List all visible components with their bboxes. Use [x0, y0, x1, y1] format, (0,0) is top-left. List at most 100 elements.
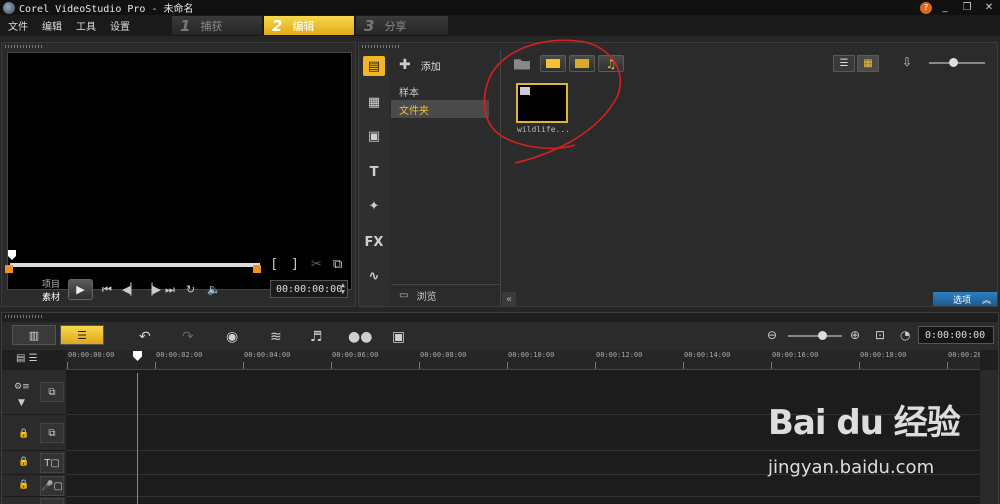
- timeline-view-button[interactable]: ☰: [60, 325, 104, 345]
- panel-grip[interactable]: [5, 315, 43, 318]
- enlarge-icon[interactable]: ⧉: [333, 257, 342, 272]
- media-thumbnail[interactable]: [516, 83, 568, 123]
- timeline-zoom-slider[interactable]: [788, 331, 842, 340]
- audio-mixer-icon[interactable]: ≋: [270, 329, 282, 345]
- browse-button[interactable]: ▭ 浏览: [391, 284, 501, 306]
- panel-grip[interactable]: [5, 45, 43, 48]
- collapse-folders-button[interactable]: «: [502, 292, 516, 306]
- minimize-button[interactable]: _: [934, 0, 956, 15]
- folder-item-samples[interactable]: 样本: [391, 82, 489, 100]
- menu-settings[interactable]: 设置: [110, 18, 130, 33]
- menu-tools[interactable]: 工具: [76, 18, 96, 33]
- video-filter-icon: [546, 59, 560, 68]
- prev-frame-icon[interactable]: ◀▏: [122, 283, 139, 296]
- ruler-label: 00:00:02:00: [156, 351, 203, 359]
- timeline-timecode[interactable]: 0:00:00:00: [918, 326, 994, 344]
- timeline-scrollbar[interactable]: [980, 370, 998, 504]
- fx-icon[interactable]: FX: [363, 232, 385, 252]
- trim-end-handle[interactable]: [253, 265, 261, 273]
- trim-start-handle[interactable]: [5, 265, 13, 273]
- timeline-ruler[interactable]: 00:00:00:00 00:00:02:00 00:00:04:00 00:0…: [66, 350, 980, 370]
- thumbnail-view-button[interactable]: ▦: [857, 55, 879, 72]
- mode-clip[interactable]: 素材: [42, 290, 60, 303]
- step-label: 捕获: [200, 19, 223, 33]
- overlay-track-lane[interactable]: [66, 415, 980, 451]
- repeat-icon[interactable]: ↻: [186, 283, 195, 296]
- video-track-header: ⚙≡ ▼ ⧉: [2, 370, 66, 415]
- folder-item-folder[interactable]: 文件夹: [391, 100, 489, 118]
- filter-photo-button[interactable]: [569, 55, 595, 72]
- graphic-icon[interactable]: ✦: [363, 196, 385, 216]
- menu-file[interactable]: 文件: [8, 18, 28, 33]
- close-button[interactable]: ✕: [978, 0, 1000, 15]
- title-template-icon[interactable]: ▣: [363, 126, 385, 146]
- track-options-icon[interactable]: ⚙≡: [14, 382, 30, 392]
- motion-tracking-icon[interactable]: ●●: [348, 329, 372, 345]
- volume-icon[interactable]: 🔈: [207, 283, 221, 296]
- end-icon[interactable]: ⏭: [165, 283, 175, 297]
- undo-icon[interactable]: ↶: [139, 329, 151, 345]
- chevron-down-icon[interactable]: ▼: [18, 398, 25, 408]
- auto-music-icon[interactable]: ♬: [310, 329, 323, 345]
- sort-icon[interactable]: ⇩: [902, 55, 912, 69]
- ruler-tick: [243, 362, 244, 369]
- slider-knob[interactable]: [949, 58, 958, 67]
- filter-audio-button[interactable]: ♫: [598, 55, 624, 72]
- filter-video-button[interactable]: [540, 55, 566, 72]
- storyboard-view-button[interactable]: ▥: [12, 325, 56, 345]
- voice-track-lane[interactable]: [66, 475, 980, 497]
- menu-bar: 文件 编辑 工具 设置: [0, 15, 1000, 36]
- lock-icon[interactable]: 🔒: [18, 457, 29, 467]
- thumbnail-size-slider[interactable]: [929, 58, 985, 67]
- zoom-out-icon[interactable]: ⊖: [767, 328, 777, 342]
- ruler-label: 00:00:04:00: [244, 351, 291, 359]
- record-capture-icon[interactable]: ◉: [226, 329, 238, 345]
- library-category-toolbar: ▤ ▦ ▣ T ✦ FX ∿: [359, 50, 389, 306]
- folder-open-icon[interactable]: [514, 59, 530, 70]
- add-folder-button[interactable]: ✚ 添加: [399, 57, 441, 73]
- menu-edit[interactable]: 编辑: [42, 18, 62, 33]
- music-track-lane[interactable]: [66, 497, 980, 504]
- list-view-button[interactable]: ☰: [833, 55, 855, 72]
- preview-timecode[interactable]: 00:00:00:00 ▲ ▼: [270, 280, 348, 298]
- lock-icon[interactable]: 🔒: [18, 429, 29, 439]
- title-track-lane[interactable]: [66, 451, 980, 475]
- help-button[interactable]: ?: [918, 0, 934, 15]
- title-track-icon[interactable]: T▢: [40, 453, 64, 473]
- scrub-bar[interactable]: [10, 263, 260, 267]
- play-button[interactable]: ▶: [68, 279, 93, 300]
- tab-edit[interactable]: 2 编辑: [264, 16, 354, 35]
- ruler-tick: [771, 362, 772, 369]
- tab-capture[interactable]: 1 捕获: [172, 16, 262, 35]
- next-frame-icon[interactable]: ▕▶: [144, 283, 161, 296]
- music-track-icon[interactable]: [40, 498, 64, 504]
- track-manager-icons[interactable]: ▤ ☰: [16, 353, 38, 364]
- video-track-icon[interactable]: ⧉: [40, 382, 64, 402]
- transition-icon[interactable]: ▦: [363, 92, 385, 112]
- mode-project[interactable]: 项目: [42, 277, 60, 290]
- zoom-in-icon[interactable]: ⊕: [850, 328, 860, 342]
- split-icon[interactable]: ✂: [311, 257, 322, 272]
- panel-grip[interactable]: [362, 45, 400, 48]
- media-icon[interactable]: ▤: [363, 56, 385, 76]
- home-icon[interactable]: ⏮: [102, 283, 112, 297]
- library-panel: ▤ ▦ ▣ T ✦ FX ∿ ✚ 添加 样本 文件夹 ▭ 浏览 « ♫ ☰ ▦ …: [358, 39, 998, 307]
- title-icon[interactable]: T: [363, 162, 385, 182]
- subtitle-icon[interactable]: ▣: [392, 329, 405, 345]
- slider-knob[interactable]: [818, 331, 827, 340]
- mark-in-button[interactable]: [: [272, 257, 277, 272]
- redo-icon[interactable]: ↷: [182, 329, 194, 345]
- clock-icon[interactable]: ◔: [900, 328, 910, 342]
- timecode-spinner[interactable]: ▲ ▼: [341, 282, 345, 296]
- tab-share[interactable]: 3 分享: [356, 16, 448, 35]
- voice-track-icon[interactable]: 🎤▢: [40, 476, 64, 496]
- video-track-lane[interactable]: [66, 370, 980, 415]
- fit-project-icon[interactable]: ⊡: [875, 328, 885, 342]
- path-icon[interactable]: ∿: [363, 266, 385, 286]
- restore-button[interactable]: ❐: [956, 0, 978, 15]
- mark-out-button[interactable]: ]: [292, 257, 297, 272]
- lock-icon[interactable]: 🔒: [18, 480, 29, 490]
- overlay-track-icon[interactable]: ⧉: [40, 423, 64, 443]
- options-button[interactable]: 选项 ︽: [933, 292, 997, 306]
- ruler-tick: [155, 362, 156, 369]
